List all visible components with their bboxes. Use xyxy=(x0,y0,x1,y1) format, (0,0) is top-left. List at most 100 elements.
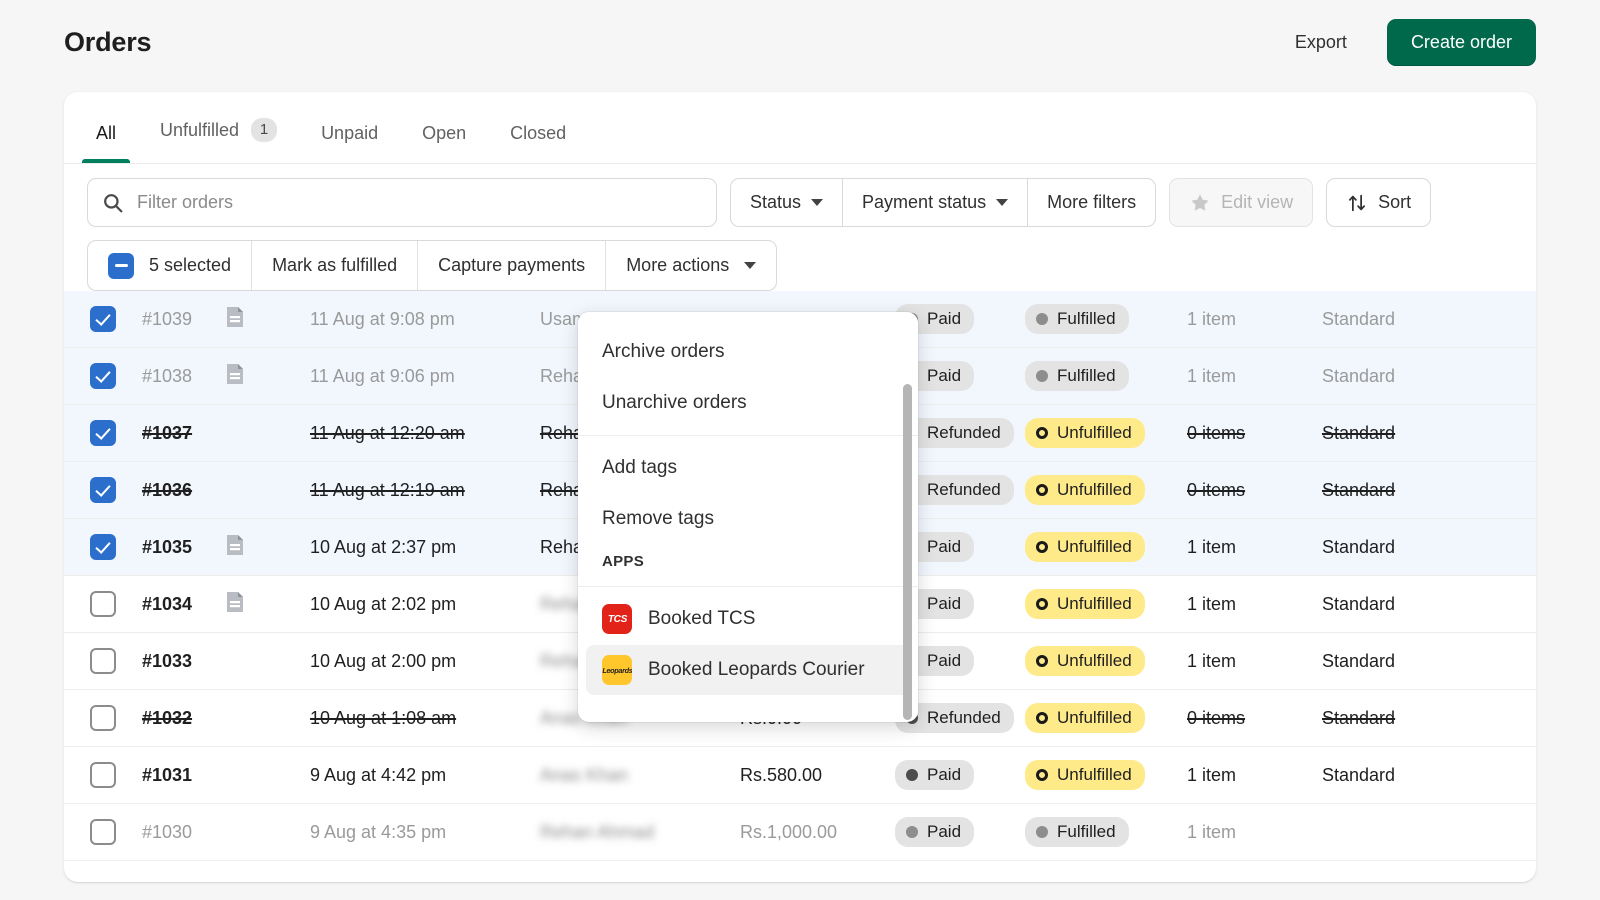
row-checkbox[interactable] xyxy=(90,591,116,617)
order-id[interactable]: #1031 xyxy=(142,765,224,786)
page-header: Orders Export Create order xyxy=(0,0,1600,84)
mark-as-fulfilled-button[interactable]: Mark as fulfilled xyxy=(252,241,418,290)
payment-status-badge: Paid xyxy=(895,760,1025,790)
status-dot-ring-icon xyxy=(1036,541,1048,553)
table-row[interactable]: #1031 9 Aug at 4:42 pm Anas Khan Rs.580.… xyxy=(64,747,1536,804)
table-row[interactable]: #1030 9 Aug at 4:35 pm Rehan Ahmad Rs.1,… xyxy=(64,804,1536,861)
fulfillment-status-label: Unfulfilled xyxy=(1057,593,1132,615)
payment-status-filter-button[interactable]: Payment status xyxy=(842,178,1028,227)
row-checkbox[interactable] xyxy=(90,306,116,332)
menu-item-remove-tags[interactable]: Remove tags xyxy=(586,494,910,544)
fulfillment-status-badge: Fulfilled xyxy=(1025,304,1187,334)
order-item-count: 0 items xyxy=(1187,423,1322,444)
vertical-scrollbar[interactable] xyxy=(903,384,912,720)
row-checkbox[interactable] xyxy=(90,762,116,788)
search-input[interactable] xyxy=(137,192,702,213)
more-actions-button[interactable]: More actions xyxy=(606,241,776,290)
order-id[interactable]: #1030 xyxy=(142,822,224,843)
order-item-count: 1 item xyxy=(1187,651,1322,672)
row-checkbox-cell[interactable] xyxy=(90,762,142,788)
menu-item-booked-tcs[interactable]: TCSBooked TCS xyxy=(586,594,910,644)
more-filters-label: More filters xyxy=(1047,192,1136,213)
more-actions-label: More actions xyxy=(626,255,729,276)
indeterminate-checkbox-icon[interactable] xyxy=(108,253,134,279)
menu-item-add-tags[interactable]: Add tags xyxy=(586,443,910,493)
row-checkbox-cell[interactable] xyxy=(90,591,142,617)
row-checkbox-cell[interactable] xyxy=(90,306,142,332)
row-checkbox[interactable] xyxy=(90,420,116,446)
tab-all[interactable]: All xyxy=(74,124,138,163)
sort-button[interactable]: Sort xyxy=(1326,178,1431,227)
status-dot-icon xyxy=(906,769,918,781)
note-icon[interactable] xyxy=(224,362,246,386)
row-checkbox[interactable] xyxy=(90,534,116,560)
order-date: 11 Aug at 9:06 pm xyxy=(310,366,540,387)
row-checkbox[interactable] xyxy=(90,363,116,389)
order-id[interactable]: #1038 xyxy=(142,366,224,387)
payment-status-label: Paid xyxy=(927,821,961,843)
menu-item-label: Unarchive orders xyxy=(602,392,747,414)
order-id[interactable]: #1039 xyxy=(142,309,224,330)
order-date: 10 Aug at 2:00 pm xyxy=(310,651,540,672)
edit-view-button[interactable]: Edit view xyxy=(1169,178,1313,227)
chevron-down-icon xyxy=(744,262,756,269)
menu-group: TCSBooked TCSLeopardsBooked Leopards Cou… xyxy=(578,586,918,702)
menu-item-booked-leopards-courier[interactable]: LeopardsBooked Leopards Courier xyxy=(586,645,910,695)
order-date: 11 Aug at 12:20 am xyxy=(310,423,540,444)
order-total: Rs.1,000.00 xyxy=(740,822,895,843)
order-id[interactable]: #1036 xyxy=(142,480,224,501)
select-all-control[interactable]: 5 selected xyxy=(88,241,252,290)
menu-item-archive-orders[interactable]: Archive orders xyxy=(586,327,910,377)
tab-closed[interactable]: Closed xyxy=(488,124,588,163)
more-filters-button[interactable]: More filters xyxy=(1027,178,1156,227)
row-checkbox-cell[interactable] xyxy=(90,477,142,503)
row-checkbox[interactable] xyxy=(90,819,116,845)
tab-open[interactable]: Open xyxy=(400,124,488,163)
order-item-count: 1 item xyxy=(1187,822,1322,843)
note-icon[interactable] xyxy=(224,305,246,329)
row-checkbox-cell[interactable] xyxy=(90,648,142,674)
row-checkbox-cell[interactable] xyxy=(90,363,142,389)
row-checkbox-cell[interactable] xyxy=(90,819,142,845)
order-note-cell xyxy=(224,590,310,619)
create-order-button[interactable]: Create order xyxy=(1387,19,1536,66)
order-id[interactable]: #1037 xyxy=(142,423,224,444)
order-id[interactable]: #1035 xyxy=(142,537,224,558)
row-checkbox-cell[interactable] xyxy=(90,705,142,731)
selected-count-label: 5 selected xyxy=(149,255,231,276)
order-customer: Rehan Ahmad xyxy=(540,822,740,843)
order-date: 11 Aug at 12:19 am xyxy=(310,480,540,501)
order-item-count: 1 item xyxy=(1187,594,1322,615)
note-icon[interactable] xyxy=(224,533,246,557)
bulk-actions-bar: 5 selected Mark as fulfilled Capture pay… xyxy=(87,240,777,291)
sort-arrows-icon xyxy=(1346,192,1368,214)
fulfillment-status-label: Unfulfilled xyxy=(1057,707,1132,729)
status-dot-icon xyxy=(1036,370,1048,382)
row-checkbox[interactable] xyxy=(90,648,116,674)
fulfillment-status-label: Unfulfilled xyxy=(1057,422,1132,444)
order-item-count: 1 item xyxy=(1187,309,1322,330)
capture-payments-button[interactable]: Capture payments xyxy=(418,241,606,290)
menu-item-unarchive-orders[interactable]: Unarchive orders xyxy=(586,378,910,428)
order-id[interactable]: #1033 xyxy=(142,651,224,672)
order-id[interactable]: #1032 xyxy=(142,708,224,729)
fulfillment-status-label: Fulfilled xyxy=(1057,365,1116,387)
export-button[interactable]: Export xyxy=(1289,24,1353,61)
row-checkbox-cell[interactable] xyxy=(90,420,142,446)
tab-label: Unfulfilled xyxy=(160,121,239,139)
order-item-count: 1 item xyxy=(1187,765,1322,786)
order-id[interactable]: #1034 xyxy=(142,594,224,615)
status-filter-button[interactable]: Status xyxy=(730,178,843,227)
row-checkbox[interactable] xyxy=(90,477,116,503)
payment-status-badge: Paid xyxy=(895,817,1025,847)
row-checkbox[interactable] xyxy=(90,705,116,731)
row-checkbox-cell[interactable] xyxy=(90,534,142,560)
tab-unfulfilled[interactable]: Unfulfilled 1 xyxy=(138,118,299,163)
note-icon[interactable] xyxy=(224,590,246,614)
payment-status-label: Refunded xyxy=(927,707,1001,729)
order-item-count: 0 items xyxy=(1187,480,1322,501)
search-box[interactable] xyxy=(87,178,717,227)
order-note-cell xyxy=(224,305,310,334)
fulfillment-status-label: Unfulfilled xyxy=(1057,479,1132,501)
tab-unpaid[interactable]: Unpaid xyxy=(299,124,400,163)
